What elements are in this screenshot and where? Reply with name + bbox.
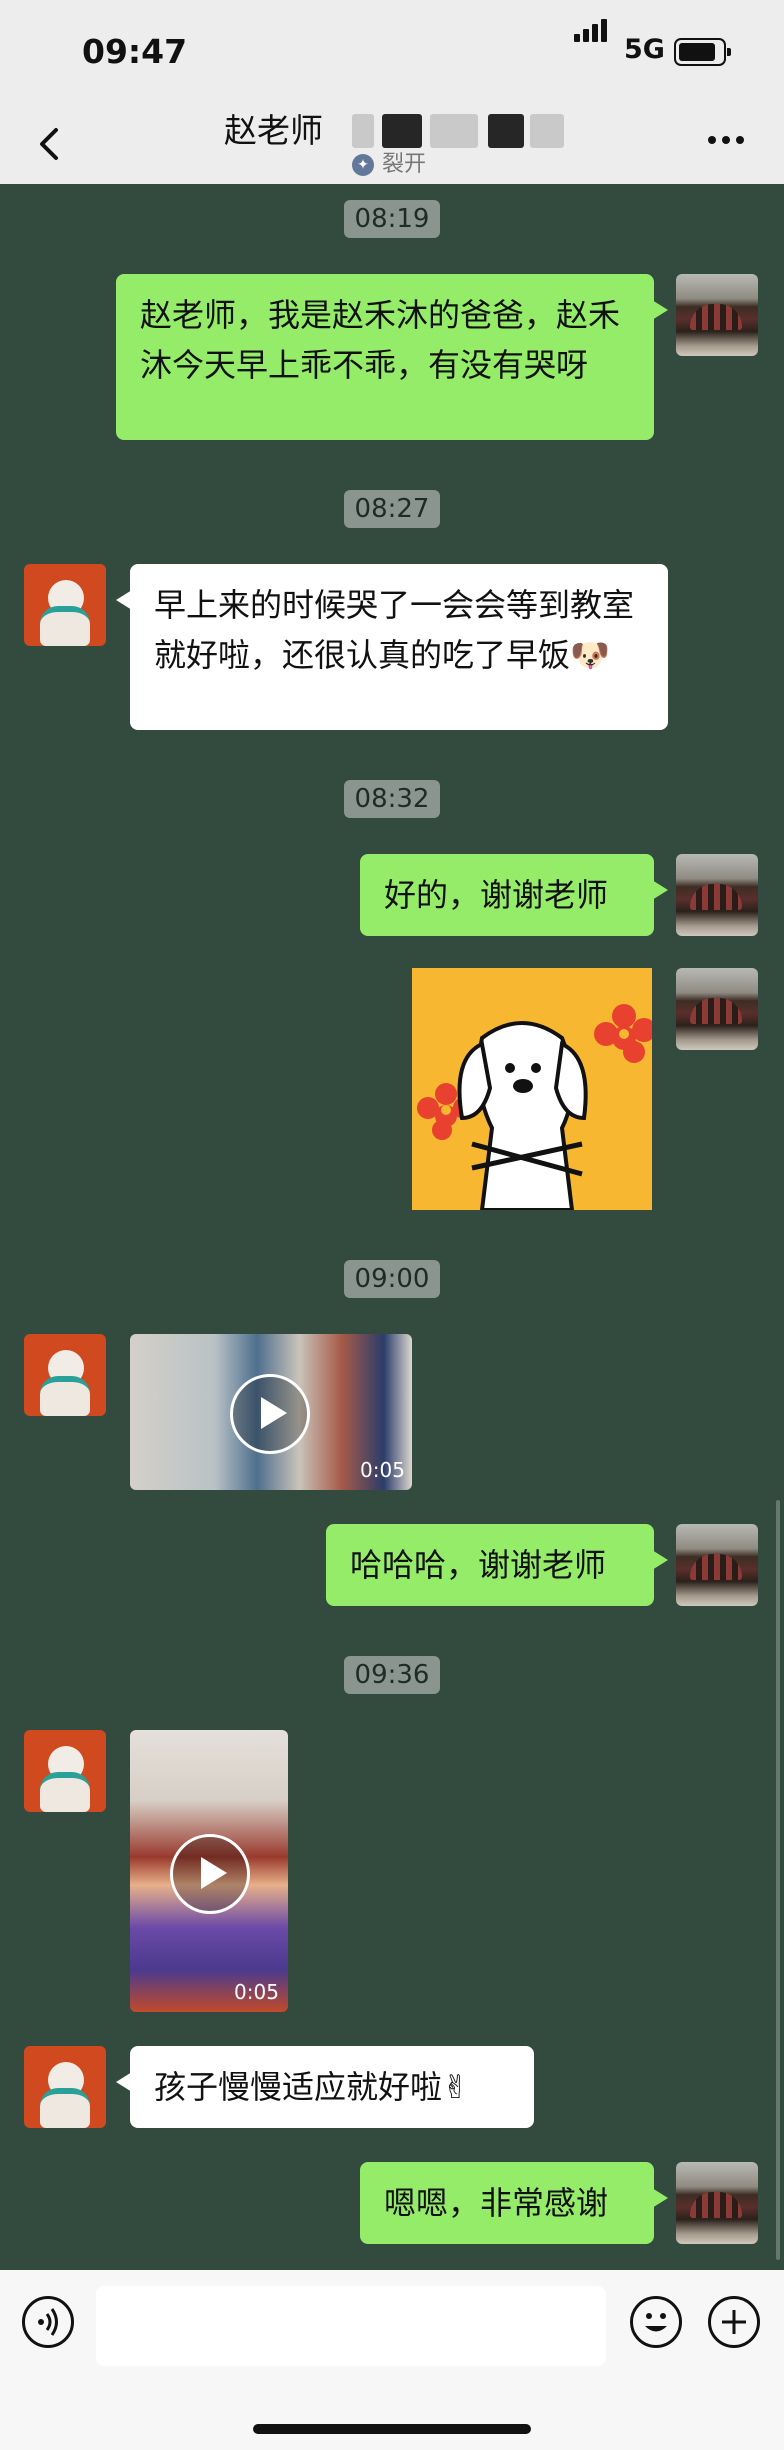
battery-icon — [674, 38, 731, 66]
more-dots-icon[interactable] — [708, 124, 752, 154]
my-avatar[interactable] — [676, 2162, 758, 2244]
teacher-avatar[interactable] — [24, 564, 106, 646]
teacher-avatar[interactable] — [24, 1334, 106, 1416]
dog-sticker-icon — [417, 1004, 652, 1210]
message-text: 早上来的时候哭了一会会等到教室就好啦，还很认真的吃了早饭 — [154, 586, 635, 674]
plus-icon[interactable] — [708, 2296, 760, 2348]
video-duration: 0:05 — [360, 1458, 405, 1482]
teacher-avatar[interactable] — [24, 2046, 106, 2128]
network-type: 5G — [624, 34, 665, 65]
scrollbar[interactable] — [776, 1500, 780, 2260]
status-time: 09:47 — [82, 32, 188, 71]
chat-subtitle: ✦ 裂开 — [352, 146, 426, 178]
home-indicator — [253, 2424, 531, 2434]
timestamp: 08:27 — [344, 490, 440, 528]
my-avatar[interactable] — [676, 854, 758, 936]
chevron-left-icon[interactable] — [30, 116, 74, 172]
message-text: 孩子慢慢适应就好啦 — [154, 2068, 443, 2106]
voice-icon[interactable] — [22, 2296, 74, 2348]
redacted-name — [530, 114, 564, 148]
redacted-name — [352, 114, 374, 148]
message-bubble-received[interactable]: 孩子慢慢适应就好啦✌ — [116, 2046, 534, 2128]
play-icon[interactable] — [170, 1834, 250, 1914]
video-message[interactable]: 0:05 — [130, 1730, 288, 2012]
timestamp: 08:32 — [344, 780, 440, 818]
timestamp: 08:19 — [344, 200, 440, 238]
video-duration: 0:05 — [234, 1980, 279, 2004]
redacted-name — [382, 114, 422, 148]
victory-emoji-icon: ✌ — [442, 2068, 469, 2106]
redacted-name — [488, 114, 524, 148]
timestamp: 09:36 — [344, 1656, 440, 1694]
teacher-avatar[interactable] — [24, 1730, 106, 1812]
my-avatar[interactable] — [676, 968, 758, 1050]
dog-emoji-icon: 🐶 — [570, 636, 610, 674]
message-bubble-received[interactable]: 早上来的时候哭了一会会等到教室就好啦，还很认真的吃了早饭🐶 — [116, 564, 668, 730]
message-bubble-sent[interactable]: 哈哈哈，谢谢老师 — [326, 1524, 668, 1606]
message-input[interactable] — [96, 2286, 606, 2366]
sticker-dog-thanks[interactable] — [412, 968, 652, 1210]
redacted-name — [430, 114, 478, 148]
message-bubble-sent[interactable]: 赵老师，我是赵禾沐的爸爸，赵禾沐今天早上乖不乖，有没有哭呀 — [116, 274, 668, 440]
status-bar: 09:47 5G — [0, 0, 784, 104]
input-bar — [0, 2270, 784, 2450]
message-bubble-sent[interactable]: 嗯嗯，非常感谢 — [360, 2162, 668, 2244]
subtitle-text: 裂开 — [382, 152, 427, 177]
chat-title: 赵老师 — [224, 111, 323, 150]
my-avatar[interactable] — [676, 274, 758, 356]
play-icon[interactable] — [230, 1374, 310, 1454]
chat-header: 赵老师 ✦ 裂开 — [0, 104, 784, 184]
my-avatar[interactable] — [676, 1524, 758, 1606]
emoji-icon[interactable] — [630, 2296, 682, 2348]
timestamp: 09:00 — [344, 1260, 440, 1298]
video-message[interactable]: 0:05 — [130, 1334, 412, 1490]
message-bubble-sent[interactable]: 好的，谢谢老师 — [360, 854, 668, 936]
split-icon: ✦ — [352, 154, 374, 176]
